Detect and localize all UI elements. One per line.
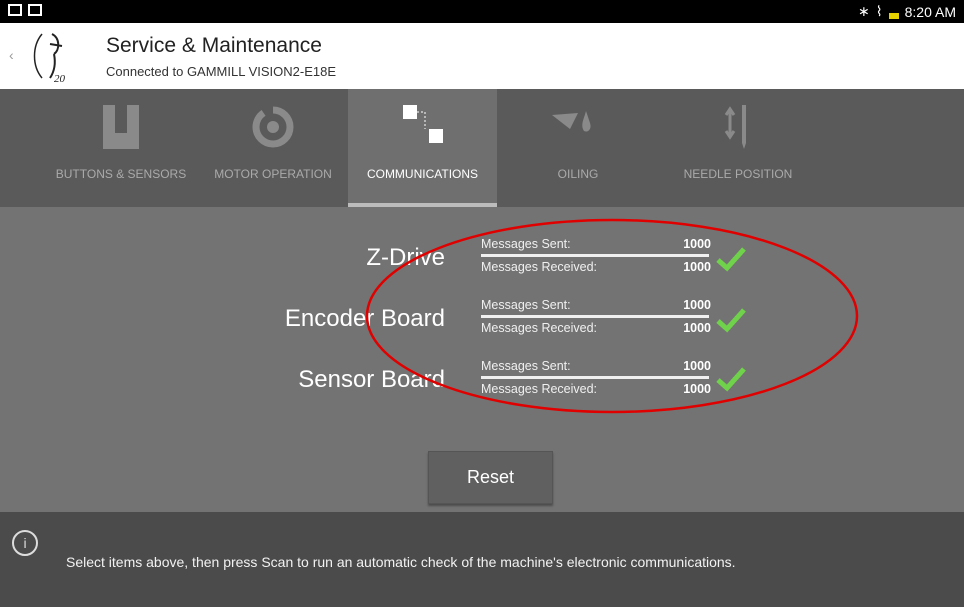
checkmark-icon: [716, 308, 746, 333]
status-bar: ∗ ⌇ 8:20 AM: [0, 0, 964, 23]
messages-received-row: Messages Received: 1000: [481, 382, 711, 396]
tab-motor-operation[interactable]: MOTOR OPERATION: [200, 89, 346, 207]
messages-received-row: Messages Received: 1000: [481, 321, 711, 335]
app-logo[interactable]: 20: [30, 28, 88, 84]
tab-oiling[interactable]: OILING: [499, 89, 657, 207]
device-stats: Messages Sent: 1000 Messages Received: 1…: [481, 295, 711, 338]
reset-button[interactable]: Reset: [428, 451, 553, 504]
tab-communications[interactable]: COMMUNICATIONS: [348, 89, 497, 207]
checkmark-icon: [716, 247, 746, 272]
help-text: Select items above, then press Scan to r…: [66, 554, 736, 570]
device-name: Z-Drive: [366, 244, 445, 271]
help-footer: i Select items above, then press Scan to…: [0, 512, 964, 607]
device-stats: Messages Sent: 1000 Messages Received: 1…: [481, 356, 711, 399]
chevron-left-icon[interactable]: ‹: [9, 47, 14, 63]
messages-sent-row: Messages Sent: 1000: [481, 359, 711, 373]
connection-status: Connected to GAMMILL VISION2-E18E: [106, 64, 337, 79]
device-stats: Messages Sent: 1000 Messages Received: 1…: [481, 234, 711, 277]
tab-bar: BUTTONS & SENSORS MOTOR OPERATION COMMUN…: [0, 89, 964, 207]
app-header: ‹ 20 Service & Maintenance Connected to …: [0, 23, 964, 89]
tab-buttons-sensors[interactable]: BUTTONS & SENSORS: [42, 89, 200, 207]
oiling-icon: [552, 111, 591, 132]
tab-needle-position[interactable]: NEEDLE POSITION: [659, 89, 817, 207]
messages-received-row: Messages Received: 1000: [481, 260, 711, 274]
device-name: Encoder Board: [284, 305, 445, 332]
motor-operation-icon: [252, 106, 294, 148]
checkmark-icon: [716, 367, 746, 392]
cast-icon: [28, 4, 42, 16]
needle-position-icon: [724, 105, 746, 149]
svg-text:20: 20: [54, 73, 66, 84]
info-icon: i: [12, 530, 38, 556]
battery-icon: [888, 12, 899, 19]
page-title: Service & Maintenance: [106, 34, 322, 57]
device-name: Sensor Board: [298, 366, 445, 393]
gallery-icon: [8, 4, 22, 16]
clock: 8:20 AM: [904, 3, 956, 20]
communications-icon: [402, 105, 443, 143]
wifi-icon: ⌇: [875, 3, 883, 19]
messages-sent-row: Messages Sent: 1000: [481, 237, 711, 251]
buttons-sensors-icon: [103, 105, 139, 149]
messages-sent-row: Messages Sent: 1000: [481, 298, 711, 312]
bluetooth-icon: ∗: [858, 3, 870, 19]
